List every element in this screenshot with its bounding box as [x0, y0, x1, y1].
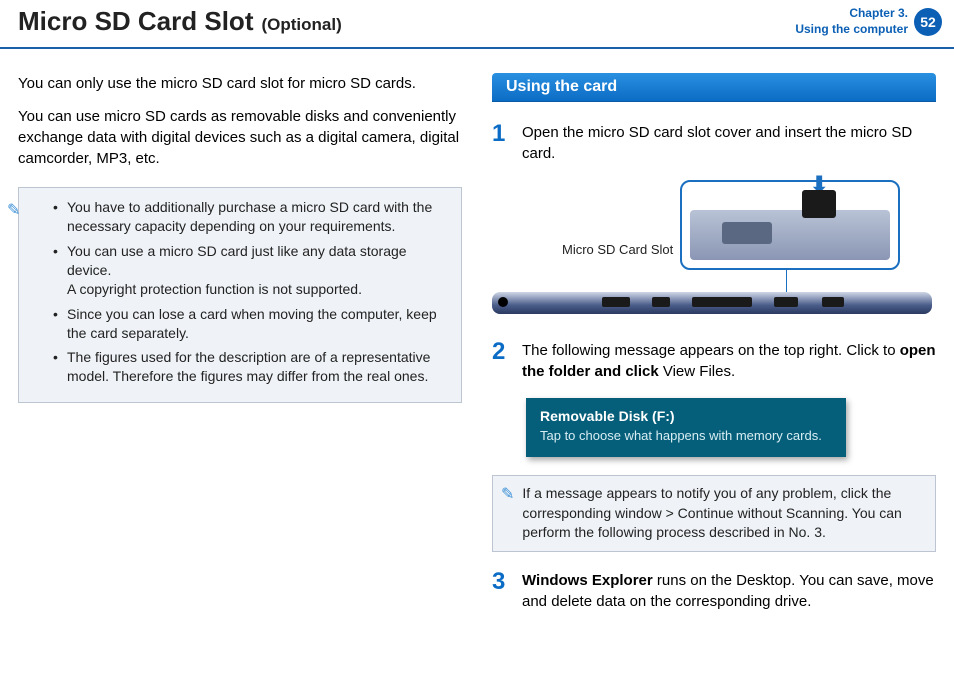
step-number: 3 — [492, 570, 510, 612]
note-item: You can use a micro SD card just like an… — [53, 242, 449, 299]
step-1: 1 Open the micro SD card slot cover and … — [492, 122, 936, 164]
intro-p2: You can use micro SD cards as removable … — [18, 106, 462, 169]
step-number: 1 — [492, 122, 510, 164]
note-item: You have to additionally purchase a micr… — [53, 198, 449, 236]
note-item: The figures used for the description are… — [53, 348, 449, 386]
right-column: Using the card 1 Open the micro SD card … — [492, 73, 936, 628]
port-icon — [652, 297, 670, 307]
intro-p1: You can only use the micro SD card slot … — [18, 73, 462, 94]
chapter-info: Chapter 3. Using the computer — [795, 6, 908, 37]
info-box: ✎ If a message appears to notify you of … — [492, 475, 936, 552]
note-icon: ✎ — [7, 200, 20, 220]
intro-block: You can only use the micro SD card slot … — [18, 73, 462, 169]
note-box: ✎ You have to additionally purchase a mi… — [18, 187, 462, 403]
step-number: 2 — [492, 340, 510, 382]
device-illustration: Micro SD Card Slot ⬇ — [492, 180, 936, 320]
sd-card-icon — [802, 190, 836, 218]
toast-title: Removable Disk (F:) — [540, 408, 832, 424]
step-text: Open the micro SD card slot cover and in… — [522, 122, 936, 164]
left-column: You can only use the micro SD card slot … — [18, 73, 462, 628]
removable-disk-toast: Removable Disk (F:) Tap to choose what h… — [526, 398, 846, 457]
info-bold: Continue without Scanning — [678, 505, 845, 521]
port-icon — [692, 297, 752, 307]
info-icon: ✎ — [501, 484, 514, 543]
toast-body: Tap to choose what happens with memory c… — [540, 428, 832, 445]
header-right: Chapter 3. Using the computer 52 — [795, 6, 942, 37]
step3-bold: Windows Explorer — [522, 572, 653, 589]
info-text: If a message appears to notify you of an… — [522, 484, 925, 543]
page-title: Micro SD Card Slot — [18, 6, 253, 37]
section-title: Using the card — [492, 73, 936, 102]
content-columns: You can only use the micro SD card slot … — [0, 49, 954, 628]
note-item: Since you can lose a card when moving th… — [53, 305, 449, 343]
sd-slot-label: Micro SD Card Slot — [562, 242, 673, 257]
step2-post: View Files. — [659, 363, 735, 380]
port-icon — [822, 297, 844, 307]
step2-pre: The following message appears on the top… — [522, 342, 900, 359]
step-2: 2 The following message appears on the t… — [492, 340, 936, 382]
device-edge-closeup — [690, 210, 890, 260]
port-icon — [602, 297, 630, 307]
title-wrap: Micro SD Card Slot (Optional) — [18, 6, 342, 37]
page-subtitle: (Optional) — [261, 15, 341, 35]
page-number-badge: 52 — [914, 8, 942, 36]
page-header: Micro SD Card Slot (Optional) Chapter 3.… — [0, 0, 954, 49]
callout-box: ⬇ — [680, 180, 900, 270]
sd-slot-icon — [722, 222, 772, 244]
step-3: 3 Windows Explorer runs on the Desktop. … — [492, 570, 936, 612]
chapter-line1: Chapter 3. — [795, 6, 908, 22]
step-text: Windows Explorer runs on the Desktop. Yo… — [522, 570, 936, 612]
port-icon — [774, 297, 798, 307]
step-text: The following message appears on the top… — [522, 340, 936, 382]
chapter-line2: Using the computer — [795, 22, 908, 38]
